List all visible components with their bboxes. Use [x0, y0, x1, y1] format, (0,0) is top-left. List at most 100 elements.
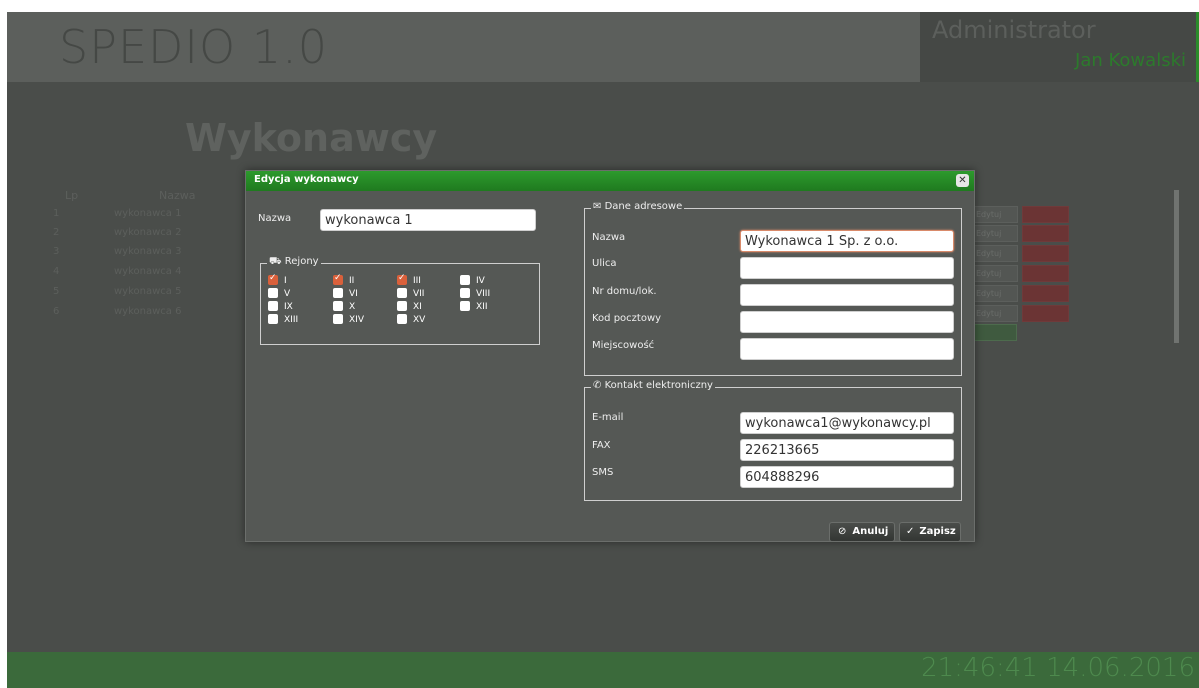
user-panel[interactable]: Administrator Jan Kowalski	[920, 12, 1199, 82]
scrollbar[interactable]	[1174, 190, 1179, 343]
checkbox-icon	[460, 275, 470, 285]
row-name: wykonawca 3	[114, 246, 182, 257]
house-number-input[interactable]	[740, 284, 954, 306]
column-header-name: Nazwa	[159, 189, 196, 202]
checkbox-icon	[333, 301, 343, 311]
cancel-button[interactable]: ⊘ Anuluj	[829, 522, 895, 542]
cancel-icon: ⊘	[838, 526, 847, 537]
checkbox-checked-icon	[333, 273, 343, 285]
edit-button[interactable]: Edytuj	[969, 245, 1018, 262]
row-lp: 5	[53, 286, 60, 297]
contact-fieldset: ✆ Kontakt elektroniczny E-mail FAX SMS	[584, 380, 962, 501]
add-button[interactable]	[969, 324, 1017, 341]
region-label: XI	[413, 302, 422, 312]
row-actions: Edytuj	[969, 225, 1079, 243]
checkbox-icon	[397, 288, 407, 298]
region-label: IX	[284, 302, 293, 312]
clock-date: 14.06.2016	[1046, 653, 1195, 683]
contact-legend-text: Kontakt elektroniczny	[604, 380, 713, 391]
checkbox-checked-icon	[268, 273, 278, 285]
postal-code-label: Kod pocztowy	[592, 313, 662, 324]
save-button[interactable]: ✓ Zapisz	[899, 522, 961, 542]
row-name: wykonawca 2	[114, 227, 182, 238]
region-label: VIII	[476, 289, 491, 299]
region-label: II	[349, 276, 355, 286]
address-legend-text: Dane adresowe	[604, 201, 683, 212]
row-name: wykonawca 4	[114, 266, 182, 277]
dialog-title: Edycja wykonawcy	[254, 174, 359, 185]
edit-button[interactable]: Edytuj	[969, 265, 1018, 282]
row-name: wykonawca 6	[114, 306, 182, 317]
region-label: III	[413, 276, 421, 286]
region-label: X	[349, 302, 356, 312]
email-label: E-mail	[592, 412, 624, 423]
checkbox-icon	[268, 288, 278, 298]
edit-button[interactable]: Edytuj	[969, 305, 1018, 322]
address-legend: ✉ Dane adresowe	[591, 201, 685, 212]
region-label: VII	[413, 289, 425, 299]
delete-button[interactable]	[1022, 265, 1069, 282]
address-name-label: Nazwa	[592, 232, 626, 243]
truck-icon: ⛟	[269, 256, 282, 267]
row-lp: 6	[53, 306, 60, 317]
region-label: VI	[349, 289, 358, 299]
status-footer: 21:46:41 14.06.2016	[7, 652, 1199, 688]
delete-button[interactable]	[1022, 225, 1069, 242]
regions-legend-text: Rejony	[284, 256, 319, 267]
page-title: Wykonawcy	[185, 116, 438, 160]
address-fieldset: ✉ Dane adresowe Nazwa Ulica Nr domu/lok.…	[584, 201, 962, 376]
delete-button[interactable]	[1022, 245, 1069, 262]
region-label: IV	[476, 276, 485, 286]
checkbox-icon	[333, 314, 343, 324]
user-role: Administrator	[932, 16, 1096, 44]
checkbox-icon	[333, 288, 343, 298]
edit-button[interactable]: Edytuj	[969, 225, 1018, 242]
contact-legend: ✆ Kontakt elektroniczny	[591, 380, 715, 391]
street-label: Ulica	[592, 258, 617, 269]
edit-button[interactable]: Edytuj	[969, 206, 1018, 223]
row-actions: Edytuj	[969, 206, 1079, 224]
checkbox-icon	[460, 301, 470, 311]
close-icon[interactable]: ✕	[956, 174, 969, 187]
delete-button[interactable]	[1022, 305, 1069, 322]
phone-icon: ✆	[593, 380, 602, 391]
fax-input[interactable]	[740, 439, 954, 461]
delete-button[interactable]	[1022, 206, 1069, 223]
email-input[interactable]	[740, 412, 954, 434]
city-input[interactable]	[740, 338, 954, 360]
checkbox-icon	[397, 314, 407, 324]
clock: 21:46:41 14.06.2016	[921, 653, 1195, 683]
column-header-lp: Lp	[65, 189, 79, 202]
regions-fieldset: ⛟ Rejony I II III IV V VI VII VIII IX X …	[260, 256, 540, 345]
postal-code-input[interactable]	[740, 311, 954, 333]
app-title: SPEDIO 1.0	[59, 20, 328, 74]
check-icon: ✓	[906, 526, 915, 537]
region-label: V	[284, 289, 291, 299]
delete-button[interactable]	[1022, 285, 1069, 302]
region-label: XII	[476, 302, 488, 312]
app-window: SPEDIO 1.0 Administrator Jan Kowalski Wy…	[7, 12, 1199, 688]
edit-button[interactable]: Edytuj	[969, 285, 1018, 302]
name-input[interactable]	[320, 209, 536, 231]
checkbox-checked-icon	[397, 273, 407, 285]
row-lp: 2	[53, 227, 60, 238]
checkbox-icon	[268, 301, 278, 311]
address-name-input[interactable]	[740, 230, 954, 252]
row-actions: Edytuj	[969, 265, 1079, 283]
save-label: Zapisz	[919, 526, 956, 537]
regions-legend: ⛟ Rejony	[267, 256, 321, 269]
row-lp: 1	[53, 208, 60, 219]
region-label: I	[284, 276, 287, 286]
clock-time: 21:46:41	[921, 653, 1038, 683]
street-input[interactable]	[740, 257, 954, 279]
name-label: Nazwa	[258, 213, 292, 224]
edit-contractor-dialog: Edycja wykonawcy ✕ Nazwa ⛟ Rejony I II I…	[245, 170, 975, 542]
row-actions: Edytuj	[969, 245, 1079, 263]
cancel-label: Anuluj	[852, 526, 889, 537]
region-label: XIV	[349, 315, 364, 325]
envelope-icon: ✉	[593, 201, 602, 212]
sms-input[interactable]	[740, 466, 954, 488]
row-actions: Edytuj	[969, 305, 1079, 323]
city-label: Miejscowość	[592, 340, 655, 351]
checkbox-icon	[268, 314, 278, 324]
